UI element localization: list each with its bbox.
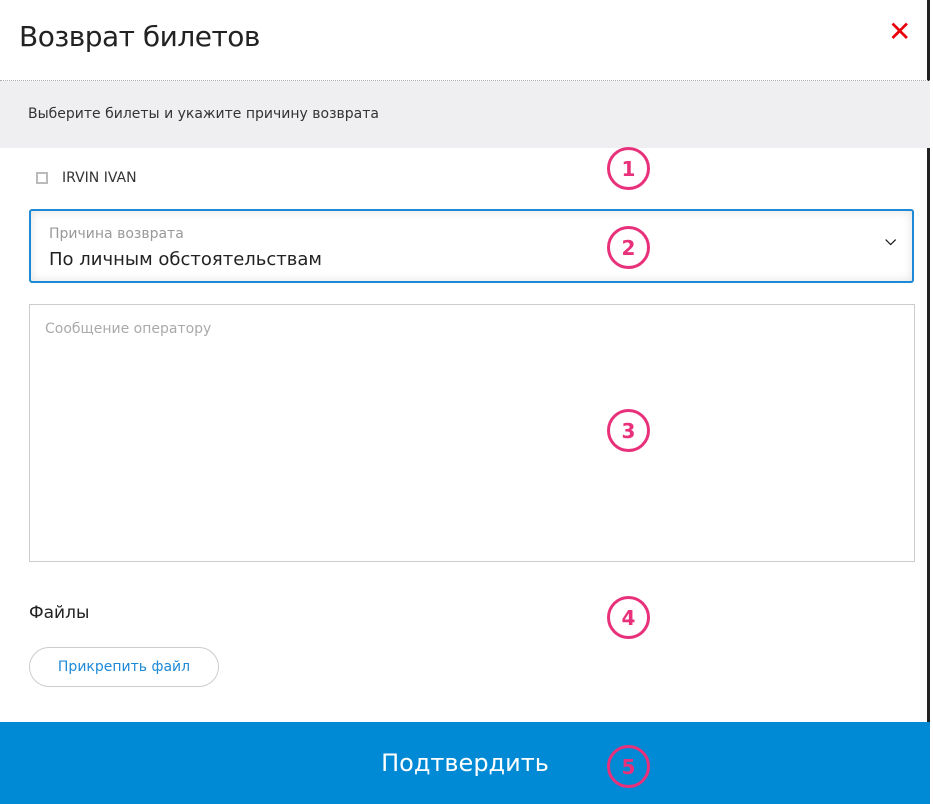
reason-label: Причина возврата (49, 226, 184, 242)
chevron-down-icon: ⌵ (885, 233, 896, 249)
instruction-bar: Выберите билеты и укажите причину возвра… (0, 81, 930, 148)
annotation-marker: 3 (607, 409, 650, 452)
reason-select[interactable]: Причина возврата По личным обстоятельств… (29, 209, 914, 283)
refund-dialog: Возврат билетов ✕ Выберите билеты и укаж… (0, 0, 930, 804)
annotation-marker: 2 (607, 226, 650, 269)
close-icon[interactable]: ✕ (888, 18, 911, 46)
attach-file-button[interactable]: Прикрепить файл (29, 647, 219, 687)
passenger-checkbox-row[interactable]: IRVIN IVAN (36, 170, 137, 186)
instruction-text: Выберите билеты и укажите причину возвра… (28, 106, 379, 122)
operator-message-input[interactable] (29, 304, 915, 562)
annotation-marker: 5 (607, 745, 650, 788)
files-heading: Файлы (29, 603, 90, 623)
passenger-name: IRVIN IVAN (62, 170, 137, 186)
annotation-marker: 4 (607, 596, 650, 639)
reason-value: По личным обстоятельствам (49, 249, 322, 270)
checkbox[interactable] (36, 172, 48, 184)
dialog-title: Возврат билетов (19, 20, 260, 53)
confirm-button[interactable]: Подтвердить (0, 722, 930, 804)
annotation-marker: 1 (607, 147, 650, 190)
